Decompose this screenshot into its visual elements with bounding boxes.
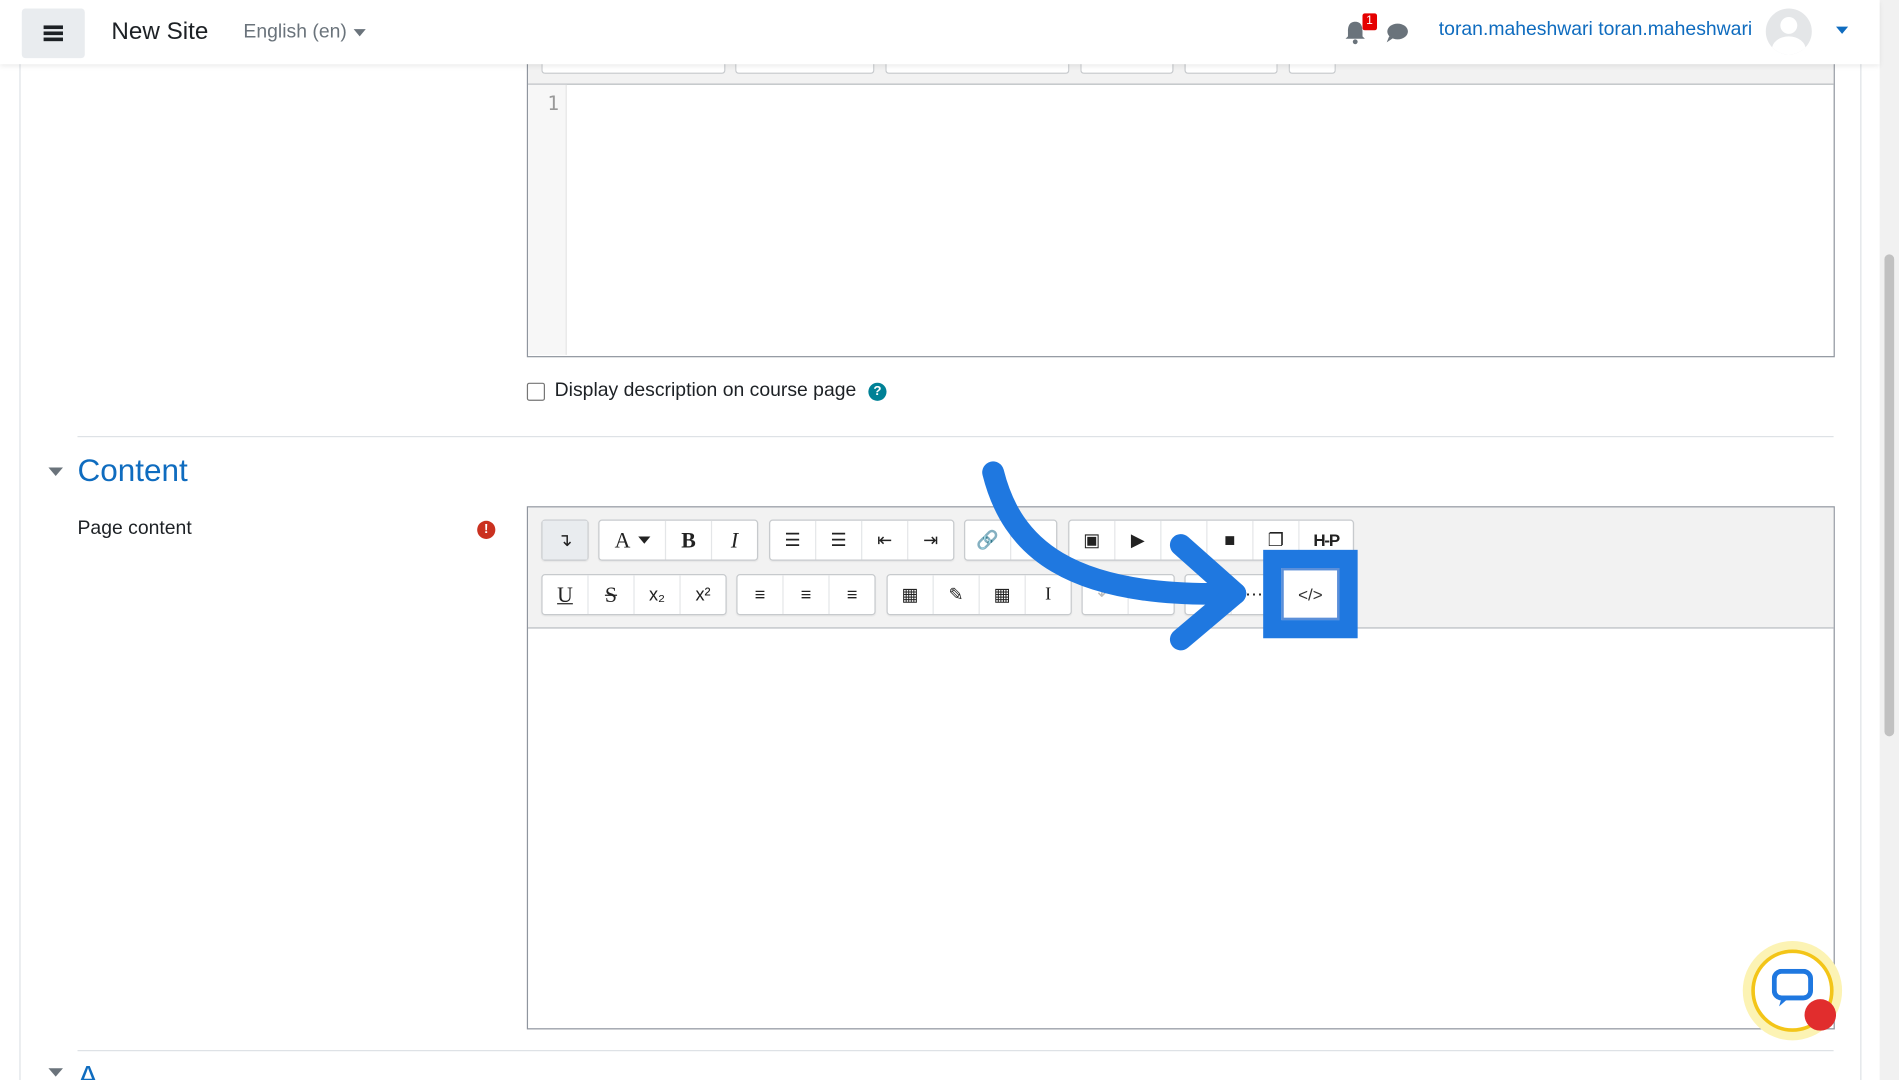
line-number-gutter <box>528 84 567 355</box>
description-editor <box>526 36 1835 358</box>
outdent-icon[interactable]: ⇤ <box>862 520 909 560</box>
subscript-icon[interactable]: x₂ <box>635 575 681 615</box>
toolbar-group-style: A B I <box>598 519 759 561</box>
strikethrough-icon[interactable]: S <box>589 575 635 615</box>
language-label: English (en) <box>243 21 347 43</box>
show-more-buttons-icon[interactable]: ↴ <box>542 520 588 560</box>
scrollbar-thumb[interactable] <box>1884 254 1895 737</box>
required-icon: ! <box>477 520 496 539</box>
caret-down-icon <box>637 536 650 544</box>
section-divider-bottom <box>77 1050 1834 1052</box>
hamburger-icon <box>43 25 63 42</box>
toolbar-group-format: U S x₂ x² <box>541 574 727 616</box>
clear-formatting-icon[interactable]: I <box>1026 575 1071 614</box>
display-description-row: Display description on course page ? <box>526 380 887 402</box>
drawer-toggle-button[interactable] <box>21 8 85 59</box>
chat-unread-dot <box>1804 999 1837 1031</box>
align-right-icon[interactable]: ≡ <box>830 575 875 614</box>
user-name[interactable]: toran.maheshwari toran.maheshwari <box>1439 19 1752 41</box>
image-icon[interactable]: ▣ <box>1069 520 1116 560</box>
record-video-icon[interactable]: ■ <box>1207 520 1254 560</box>
equation-icon[interactable]: ▦ <box>888 575 934 615</box>
notification-count-badge: 1 <box>1362 13 1377 31</box>
toolbar-group-collapse: ↴ <box>541 519 589 561</box>
avatar[interactable] <box>1765 8 1812 55</box>
top-navbar: New Site English (en) 1 toran.maheshwari… <box>0 0 1880 65</box>
code-icon: </> <box>1298 584 1323 604</box>
messages-icon[interactable] <box>1384 22 1408 44</box>
undo-icon[interactable]: ↶ <box>1083 575 1129 615</box>
record-audio-icon[interactable]: ● <box>1161 520 1208 560</box>
underline-icon[interactable]: U <box>543 575 589 615</box>
caret-down-icon <box>354 28 367 37</box>
accessibility-checker-icon[interactable]: ✓ <box>1186 575 1232 615</box>
display-description-checkbox[interactable] <box>526 382 545 401</box>
italic-icon[interactable]: I <box>712 521 757 560</box>
next-section-caret-icon[interactable] <box>48 1068 63 1077</box>
bold-icon[interactable]: B <box>666 520 713 560</box>
page-content-editor: ↴ A B I ☰ ☰ ⇤ ⇥ 🔗 ⧢ ▣ ▶ ● ■ ❐ H-P U S x₂… <box>526 506 1835 1030</box>
section-title-content[interactable]: Content <box>78 452 188 490</box>
unordered-list-icon[interactable]: ☰ <box>770 520 817 560</box>
superscript-icon[interactable]: x² <box>681 575 726 614</box>
editor-toolbar: ↴ A B I ☰ ☰ ⇤ ⇥ 🔗 ⧢ ▣ ▶ ● ■ ❐ H-P U S x₂… <box>528 507 1834 629</box>
unlink-icon[interactable]: ⧢ <box>1011 521 1056 560</box>
chat-bubble-icon <box>1771 968 1814 1007</box>
user-menu-caret-icon[interactable] <box>1836 26 1849 34</box>
collapse-caret-icon[interactable] <box>48 467 63 476</box>
toolbar-group-history: ↶ ↷ <box>1081 574 1175 616</box>
redo-icon[interactable]: ↷ <box>1129 575 1174 614</box>
paragraph-styles-button[interactable]: A <box>599 520 667 560</box>
display-description-label[interactable]: Display description on course page <box>555 380 857 402</box>
section-divider <box>77 435 1834 438</box>
next-section-title[interactable]: A <box>78 1059 99 1080</box>
site-name[interactable]: New Site <box>111 18 208 46</box>
page-content-label: Page content <box>77 518 192 539</box>
link-icon[interactable]: 🔗 <box>965 520 1012 560</box>
toolbar-group-insert: ▦ ✎ ▦ I <box>886 574 1072 616</box>
align-left-icon[interactable]: ≡ <box>738 575 784 615</box>
ordered-list-icon[interactable]: ☰ <box>816 520 863 560</box>
language-menu[interactable]: English (en) <box>243 21 367 44</box>
indent-icon[interactable]: ⇥ <box>908 521 953 560</box>
font-a-icon: A <box>614 527 631 552</box>
media-icon[interactable]: ▶ <box>1115 520 1162 560</box>
toolbar-group-links: 🔗 ⧢ <box>964 519 1058 561</box>
special-character-icon[interactable]: ✎ <box>934 575 980 615</box>
align-center-icon[interactable]: ≡ <box>784 575 830 615</box>
toolbar-group-lists: ☰ ☰ ⇤ ⇥ <box>769 519 955 561</box>
table-icon[interactable]: ▦ <box>980 575 1026 615</box>
html-source-button[interactable]: </> <box>1281 568 1340 621</box>
line-number: 1 <box>547 92 560 116</box>
help-icon[interactable]: ? <box>868 382 887 401</box>
toolbar-group-align: ≡ ≡ ≡ <box>736 574 876 616</box>
